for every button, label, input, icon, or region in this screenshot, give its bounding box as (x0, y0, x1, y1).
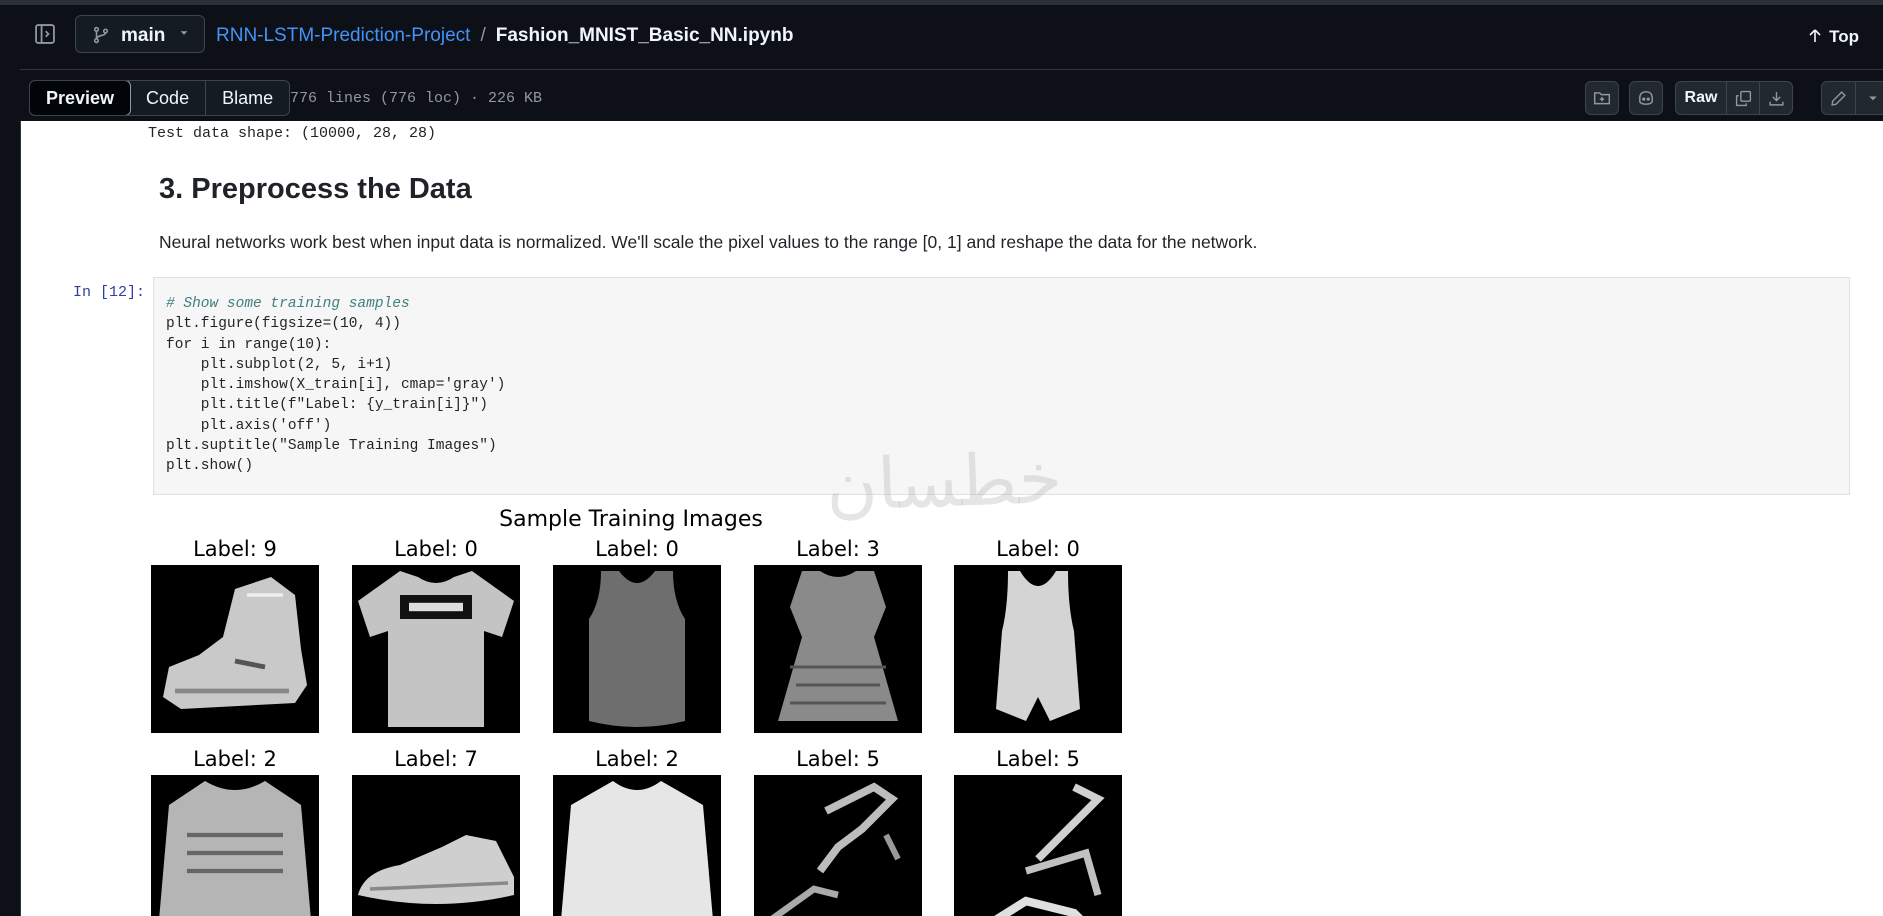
copilot-icon (1639, 91, 1653, 105)
download-icon (1768, 91, 1784, 106)
code-line: for i in range(10): (166, 336, 332, 353)
copy-icon (1735, 90, 1751, 106)
sample-label: Label: 0 (595, 537, 679, 561)
notebook-view: Test data shape: (10000, 28, 28) 3. Prep… (21, 121, 1883, 916)
tank-top-image (553, 565, 721, 733)
sample-tile: Label: 5 (954, 745, 1122, 916)
edit-actions-group (1821, 81, 1883, 115)
back-to-top-label: Top (1829, 27, 1859, 46)
chevron-down-icon (177, 26, 191, 45)
edit-file-button[interactable] (1822, 82, 1856, 114)
markdown-paragraph: Neural networks work best when input dat… (159, 232, 1258, 252)
sneaker-image (352, 775, 520, 916)
sample-label: Label: 5 (796, 747, 880, 771)
more-edit-options-button[interactable] (1856, 82, 1883, 114)
sample-tile: Label: 0 (553, 535, 721, 733)
sample-tile: Label: 2 (553, 745, 721, 916)
arrow-up-icon (1809, 29, 1821, 42)
ankle-boot-image (151, 565, 319, 733)
breadcrumb-file-name: Fashion_MNIST_Basic_NN.ipynb (495, 25, 794, 46)
code-line: plt.show() (166, 458, 254, 475)
tank-top-image (954, 565, 1122, 733)
output-figure: Sample Training Images Label: 9 Label: 0… (151, 501, 1151, 916)
sample-tile: Label: 3 (754, 535, 922, 733)
code-line: plt.axis('off') (166, 417, 332, 434)
chevron-down-icon (1868, 96, 1877, 101)
branch-name: main (121, 25, 166, 46)
sandal-image (754, 775, 922, 916)
sample-label: Label: 2 (595, 747, 679, 771)
sample-tile: Label: 2 (151, 745, 319, 916)
previous-cell-output: Test data shape: (10000, 28, 28) (148, 125, 437, 142)
sample-label: Label: 2 (193, 747, 277, 771)
sample-label: Label: 0 (394, 537, 478, 561)
copilot-button[interactable] (1629, 81, 1663, 115)
folder-plus-icon (1593, 92, 1611, 105)
copy-raw-button[interactable] (1727, 82, 1760, 114)
add-to-folder-button[interactable] (1585, 81, 1619, 115)
sidebar-toggle-icon[interactable] (34, 23, 64, 53)
download-button[interactable] (1760, 82, 1792, 114)
tab-preview[interactable]: Preview (30, 81, 132, 115)
sample-label: Label: 7 (394, 747, 478, 771)
code-line: plt.suptitle("Sample Training Images") (166, 438, 497, 455)
file-toolbar: Preview Code Blame 776 lines (776 loc) ·… (20, 70, 1883, 121)
breadcrumb: RNN-LSTM-Prediction-Project / Fashion_MNIS… (216, 25, 793, 47)
sample-tile: Label: 0 (352, 535, 520, 733)
sample-label: Label: 5 (996, 747, 1080, 771)
code-line: plt.title(f"Label: {y_train[i]}") (166, 397, 488, 414)
header-top-row: main RNN-LSTM-Prediction-Project / Fashion… (20, 5, 1883, 69)
t-shirt-image (352, 565, 520, 733)
sample-tile: Label: 7 (352, 745, 520, 916)
sandal-image (954, 775, 1122, 916)
code-cell[interactable]: # Show some training samples plt.figure(… (153, 277, 1850, 495)
sample-label: Label: 3 (796, 537, 880, 561)
section-heading: 3. Preprocess the Data (159, 173, 472, 205)
left-gutter (0, 5, 21, 916)
pencil-icon (1831, 90, 1846, 106)
tab-code[interactable]: Code (130, 81, 207, 115)
code-line: plt.figure(figsize=(10, 4)) (166, 316, 401, 333)
code-line: plt.subplot(2, 5, i+1) (166, 356, 393, 373)
code-line: plt.imshow(X_train[i], cmap='gray') (166, 377, 506, 394)
pullover-image (553, 775, 721, 916)
sample-tile: Label: 0 (954, 535, 1122, 733)
sample-label: Label: 0 (996, 537, 1080, 561)
pullover-image (151, 775, 319, 916)
raw-button[interactable]: Raw (1676, 82, 1727, 114)
sample-tile: Label: 9 (151, 535, 319, 733)
sample-tile: Label: 5 (754, 745, 922, 916)
cell-prompt: In [12]: (73, 284, 146, 301)
sample-label: Label: 9 (193, 537, 277, 561)
code-line: # Show some training samples (166, 296, 410, 312)
back-to-top-button[interactable]: Top (1807, 27, 1859, 47)
file-info: 776 lines (776 loc) · 226 KB (290, 90, 543, 107)
breadcrumb-repo-link[interactable]: RNN-LSTM-Prediction-Project (216, 25, 470, 46)
git-branch-icon (92, 26, 110, 49)
dress-image (754, 565, 922, 733)
file-header: main RNN-LSTM-Prediction-Project / Fashion… (20, 5, 1883, 121)
breadcrumb-separator: / (480, 25, 486, 46)
branch-selector-button[interactable]: main (75, 15, 205, 53)
code-block: # Show some training samples plt.figure(… (166, 294, 505, 477)
figure-suptitle: Sample Training Images (499, 507, 763, 532)
raw-actions-group: Raw (1675, 81, 1793, 115)
tab-blame[interactable]: Blame (206, 81, 289, 115)
view-mode-tabs: Preview Code Blame (29, 80, 291, 116)
